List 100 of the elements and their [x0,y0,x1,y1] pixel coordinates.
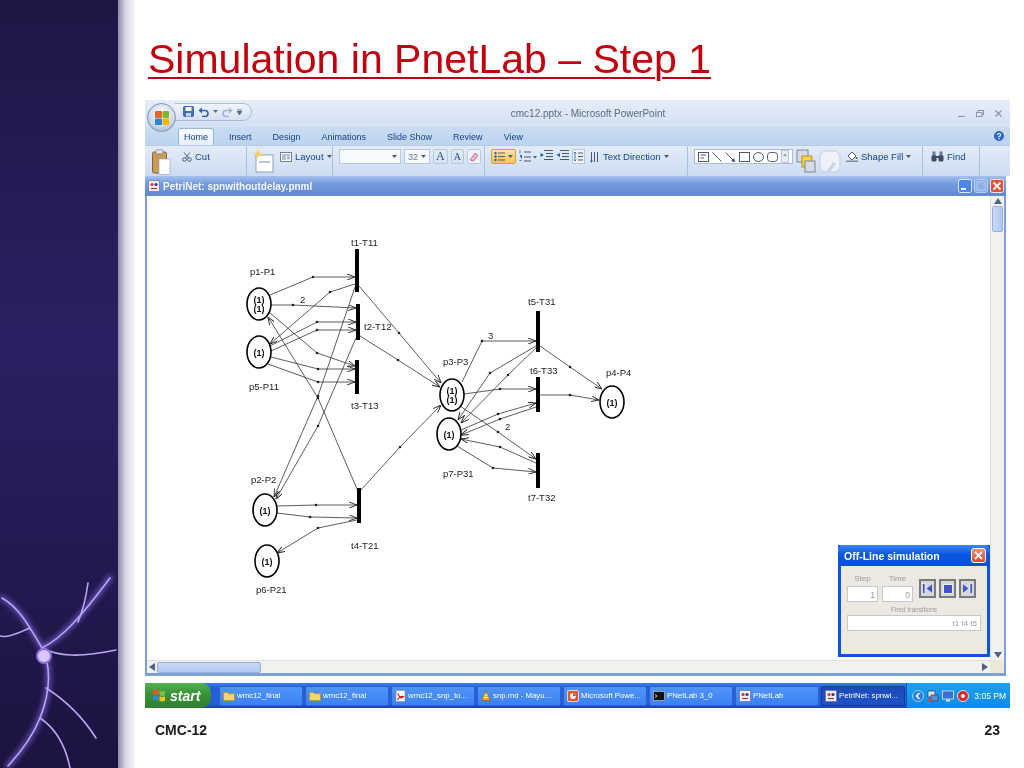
footer-text: CMC-12 [155,722,208,738]
stop-button[interactable] [939,579,956,598]
left-arrow-icon [149,663,155,671]
bullets-button[interactable] [491,149,516,164]
scroll-thumb[interactable] [992,206,1003,232]
transition-bar [357,488,361,523]
save-icon[interactable] [183,106,194,117]
place-label: p3-P3 [443,356,469,367]
find-button[interactable]: Find [929,149,968,164]
caret-icon [906,155,912,158]
place-circle [252,493,278,527]
stop-icon [942,583,953,594]
text-direction-button[interactable]: Text Direction [588,149,671,164]
increase-indent-icon[interactable] [540,149,553,162]
undo-icon[interactable] [198,106,209,117]
monitor-icon[interactable] [942,689,954,702]
ring-icon[interactable] [957,689,969,702]
decrease-indent-icon[interactable] [556,149,569,162]
minimize-icon[interactable] [958,179,972,193]
shrink-font-button[interactable]: A [450,149,464,164]
line-spacing-icon[interactable] [572,149,585,164]
shapes-gallery[interactable] [694,149,793,164]
token-count: (1) [606,397,618,408]
bullet-list-icon [494,151,505,162]
token-count: (1) [253,295,265,305]
rectangle-icon [739,151,750,162]
step-back-icon [922,583,933,594]
text-direction-icon [590,150,600,163]
ribbon-tab[interactable]: Home [178,128,214,145]
transition-label: t6-T33 [530,365,558,376]
caret-icon [391,155,397,158]
ribbon-tab[interactable]: Review [447,128,489,145]
shape-fill-button[interactable]: Shape Fill [844,149,914,164]
close-icon[interactable] [995,110,1002,117]
transition-bar [355,360,359,394]
ribbon-tab[interactable]: Slide Show [381,128,439,145]
transition-label: t3-T13 [351,400,379,411]
font-size-field[interactable]: 32 [403,149,431,164]
layout-icon [280,151,292,162]
window-title: PetriNet: spnwithoutdelay.pnml [163,180,313,192]
app-icon [148,180,160,192]
text-box-icon [698,151,709,162]
console-icon [653,690,665,701]
place-label: p4-P4 [606,367,632,378]
screens-icon[interactable] [927,689,939,702]
line-icon [712,151,722,162]
eraser-icon[interactable] [467,149,481,164]
ellipse-icon [753,151,764,162]
start-button[interactable]: start [145,683,211,708]
font-name-field[interactable] [339,149,401,164]
transition-label: t1-T11 [351,237,378,248]
step-forward-button[interactable] [959,579,976,598]
clock: 3:05 PM [974,690,1006,701]
place-label: p1-P1 [250,266,276,277]
place-label: p7-P31 [443,468,474,479]
restore-icon[interactable] [976,110,984,117]
step-back-button[interactable] [919,579,936,598]
document-icon [395,689,406,702]
customize-caret-icon[interactable] [237,108,242,115]
arc-weight-label: 3 [488,330,494,341]
place-circle [254,544,280,578]
transition-bar [355,249,359,292]
grow-font-button[interactable]: A [433,149,448,164]
rounded-rectangle-icon [767,151,778,162]
place-label: p2-P2 [251,474,277,485]
vertical-scrollbar[interactable] [990,196,1004,660]
token-count: (1) [253,347,265,358]
dialog-title: Off-Line simulation [844,549,940,562]
scroll-thumb[interactable] [157,661,261,673]
paste-icon[interactable] [151,149,171,175]
place-label: p6-P21 [256,584,287,595]
layout-button[interactable]: Layout [278,149,334,164]
token-count: (1) [261,556,273,567]
scrollbar-corner [990,660,1004,673]
ribbon-tab[interactable]: Design [266,128,307,145]
close-icon [974,551,983,560]
app-icon [739,689,751,702]
scissors-icon [182,151,192,162]
horizontal-scrollbar[interactable] [147,660,990,673]
transition-bar [536,453,540,488]
arrange-icon[interactable] [796,149,816,173]
ribbon-tab[interactable]: Animations [315,128,373,145]
ribbon-tab[interactable]: Insert [223,128,258,145]
token-count: (1) [253,304,265,314]
token-count: (1) [259,505,271,516]
cut-button[interactable]: Cut [180,149,212,164]
page-number: 23 [984,722,1000,738]
transition-label: t4-T21 [351,540,379,551]
chevron-icon[interactable] [912,689,924,702]
place-circle [599,385,625,419]
app-icon [825,689,837,702]
ribbon-tab[interactable]: View [497,128,529,145]
cone-icon [481,689,491,702]
close-button[interactable] [971,548,986,563]
help-icon[interactable] [994,131,1004,141]
numbered-list-icon[interactable] [519,149,537,164]
place-circle [246,335,272,369]
transition-bar [536,311,540,352]
caret-icon [326,155,332,158]
window-title: cmc12.pptx - Microsoft PowerPoint [509,108,667,119]
